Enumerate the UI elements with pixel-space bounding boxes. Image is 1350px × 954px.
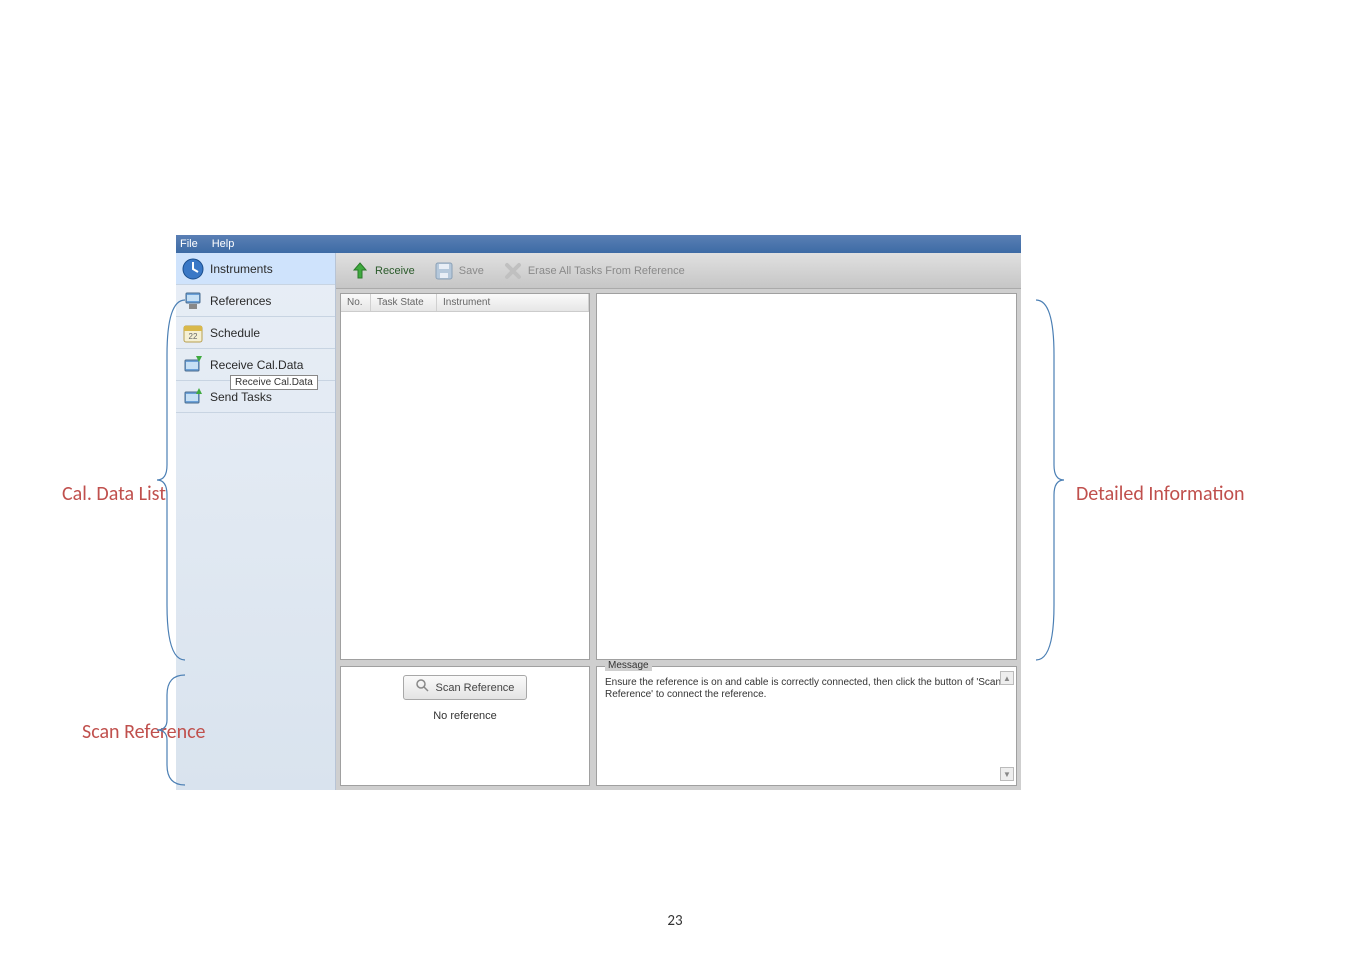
brace-left-upper xyxy=(155,295,195,665)
message-legend: Message xyxy=(605,660,652,671)
sidebar-item-label: Send Tasks xyxy=(210,390,272,404)
message-text: Ensure the reference is on and cable is … xyxy=(605,677,1008,701)
menu-file[interactable]: File xyxy=(180,238,198,250)
brace-left-lower xyxy=(155,670,195,790)
sidebar: Instruments References 22 Schedule Recei… xyxy=(176,253,336,790)
col-taskstate[interactable]: Task State xyxy=(371,294,437,311)
scan-reference-pane: Scan Reference No reference xyxy=(340,666,590,786)
cal-data-list-pane: No. Task State Instrument xyxy=(340,293,590,660)
scan-reference-button[interactable]: Scan Reference xyxy=(403,675,528,700)
receive-button[interactable]: Receive xyxy=(342,256,422,286)
col-no[interactable]: No. xyxy=(341,294,371,311)
app-window: File Help Instruments References 22 Sche xyxy=(176,235,1021,790)
erase-button[interactable]: Erase All Tasks From Reference xyxy=(495,256,692,286)
list-header: No. Task State Instrument xyxy=(341,294,589,312)
content: No. Task State Instrument Scan Ref xyxy=(336,289,1021,790)
erase-icon xyxy=(502,260,524,282)
sidebar-item-references[interactable]: References xyxy=(176,285,335,317)
toolbar-label: Erase All Tasks From Reference xyxy=(528,265,685,277)
toolbar-label: Receive xyxy=(375,265,415,277)
toolbar-label: Save xyxy=(459,265,484,277)
brace-right xyxy=(1026,295,1066,665)
save-button[interactable]: Save xyxy=(426,256,491,286)
magnifier-icon xyxy=(416,679,430,696)
page-number: 23 xyxy=(667,912,682,930)
menubar: File Help xyxy=(176,235,1021,253)
annotation-detailed-info: Detailed Information xyxy=(1076,482,1245,506)
sidebar-item-label: Receive Cal.Data xyxy=(210,358,303,372)
upper-panes: No. Task State Instrument xyxy=(340,293,1017,660)
col-instrument[interactable]: Instrument xyxy=(437,294,589,311)
save-icon xyxy=(433,260,455,282)
sidebar-item-label: Schedule xyxy=(210,326,260,340)
scroll-down-button[interactable]: ▼ xyxy=(1000,767,1014,781)
lower-panes: Scan Reference No reference Message Ensu… xyxy=(340,666,1017,786)
sidebar-item-instruments[interactable]: Instruments xyxy=(176,253,335,285)
sidebar-item-receive-caldata[interactable]: Receive Cal.Data Receive Cal.Data xyxy=(176,349,335,381)
sidebar-item-label: References xyxy=(210,294,271,308)
scan-status: No reference xyxy=(433,710,497,722)
menu-help[interactable]: Help xyxy=(212,238,235,250)
sidebar-item-label: Instruments xyxy=(210,262,273,276)
scan-button-label: Scan Reference xyxy=(436,682,515,694)
scroll-up-button[interactable]: ▲ xyxy=(1000,671,1014,685)
main-area: Receive Save Erase All Tasks From Refere… xyxy=(336,253,1021,790)
sidebar-item-schedule[interactable]: 22 Schedule xyxy=(176,317,335,349)
sidebar-tooltip: Receive Cal.Data xyxy=(230,375,318,390)
detail-pane xyxy=(596,293,1017,660)
instruments-icon xyxy=(182,258,204,280)
annotation-cal-data-list: Cal. Data List xyxy=(62,482,166,506)
receive-icon xyxy=(349,260,371,282)
toolbar: Receive Save Erase All Tasks From Refere… xyxy=(336,253,1021,289)
message-pane: Message Ensure the reference is on and c… xyxy=(596,666,1017,786)
app-body: Instruments References 22 Schedule Recei… xyxy=(176,253,1021,790)
